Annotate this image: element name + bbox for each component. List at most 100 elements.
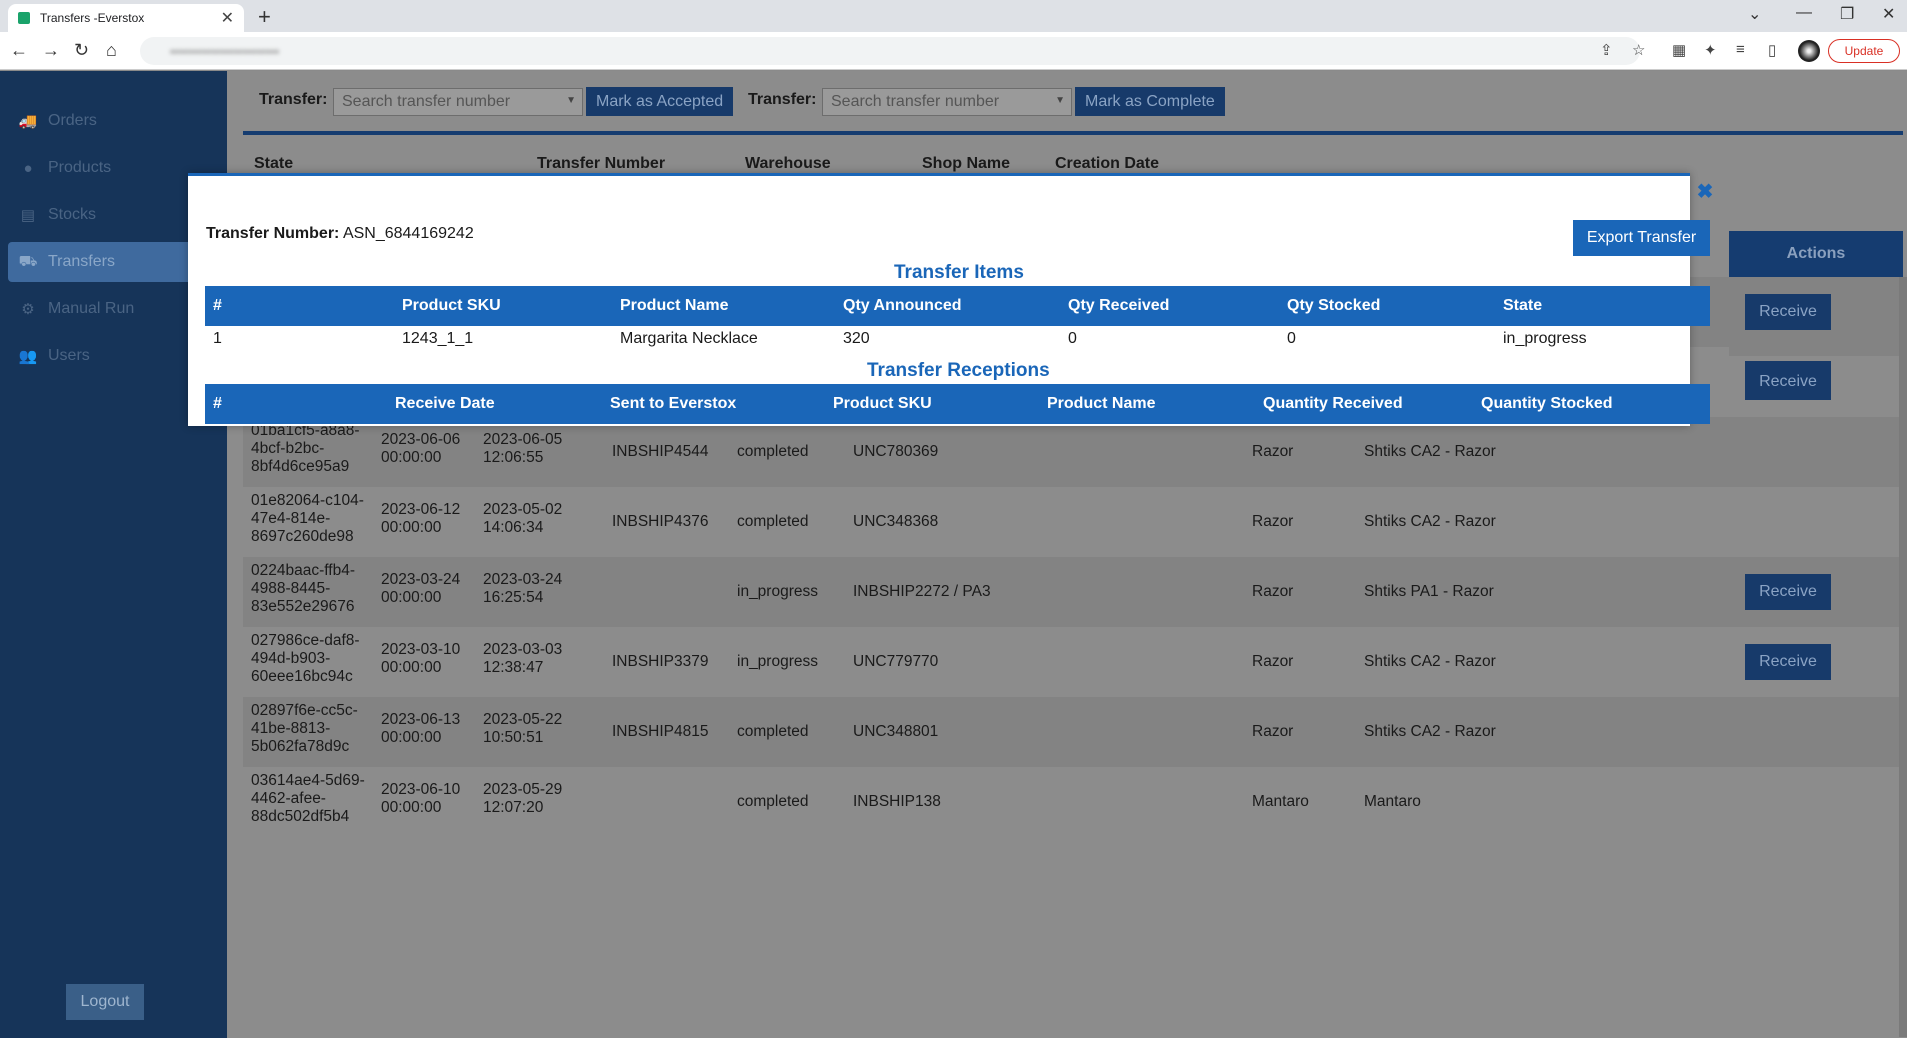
transfer-search-select-accept[interactable]: Search transfer number ▼ [333,88,583,116]
row-transfer-number: UNC348368 [853,513,939,530]
restore-icon[interactable]: ❐ [1840,4,1854,24]
row-id-line: 5b062fa78d9c [251,738,350,755]
browser-tab[interactable]: Transfers -Everstox ✕ [8,4,244,32]
row-eta-line: 2023-06-06 [381,431,461,448]
row-transfer-number: UNC780369 [853,443,939,460]
tab-title: Transfers -Everstox [40,11,145,25]
row-state: completed [737,513,809,530]
row-id-line: 03614ae4-5d69- [251,772,365,789]
mark-complete-button[interactable]: Mark as Complete [1075,87,1225,116]
row-created: 2023-03-24 16:25:54 [483,571,562,607]
tab-close-icon[interactable]: ✕ [221,8,234,28]
transfer-number: Transfer Number: ASN_6844169242 [206,225,474,243]
column-header-warehouse: Warehouse [745,155,831,172]
export-transfer-button[interactable]: Export Transfer [1573,220,1710,256]
sidebar-item-label: Products [48,159,112,176]
logout-button[interactable]: Logout [66,984,144,1020]
receptions-col-qty-stocked: Quantity Stocked [1481,395,1613,412]
extension-icon[interactable]: ▦ [1672,41,1686,59]
transfer-detail-modal: ✖ Transfer Number: ASN_6844169242 Export… [188,173,1713,426]
items-col-qty-received: Qty Received [1068,297,1170,314]
row-created-line: 16:25:54 [483,589,544,606]
row-id: 027986ce-daf8- 494d-b903- 60eee16bc94c [251,632,360,686]
divider [243,131,1903,135]
transfer-items-title: Transfer Items [894,262,1024,283]
share-icon[interactable]: ⇪ [1600,41,1613,59]
column-header-shop-name: Shop Name [922,155,1011,172]
sidebar-item-label: Orders [48,112,97,129]
address-bar[interactable]: •••••••••••••••••••••••• [140,37,1640,65]
back-icon[interactable]: ← [10,40,28,61]
caret-down-icon: ▼ [566,95,576,106]
bookmark-star-icon[interactable]: ☆ [1632,41,1645,59]
items-col-qty-announced: Qty Announced [843,297,962,314]
tab-search-icon[interactable]: ⌄ [1748,4,1761,24]
dolly-icon: ⛟ [18,252,38,270]
row-created-line: 2023-05-02 [483,501,563,518]
row-reference: INBSHIP3379 [612,653,709,670]
sidebar-item-label: Stocks [48,206,97,223]
row-id-line: 8bf4d6ce95a9 [251,458,350,475]
row-eta-line: 00:00:00 [381,659,442,676]
forward-icon[interactable]: → [42,40,60,61]
row-created-line: 2023-03-03 [483,641,563,658]
receptions-col-sent: Sent to Everstox [610,395,737,412]
receive-button[interactable]: Receive [1745,644,1831,680]
reload-icon[interactable]: ↻ [74,40,89,61]
puzzle-icon[interactable]: ✦ [1704,41,1717,59]
column-header-state: State [254,155,294,172]
reading-list-icon[interactable]: ≡ [1736,41,1745,58]
row-created-line: 10:50:51 [483,729,544,746]
row-shop: Razor [1252,723,1294,740]
side-panel-icon[interactable]: ▯ [1768,41,1776,59]
item-qty-stocked: 0 [1287,330,1296,347]
row-eta-line: 00:00:00 [381,449,442,466]
column-header-creation-date: Creation Date [1055,155,1160,172]
receive-button[interactable]: Receive [1745,364,1831,400]
transfer-label: Transfer: [259,91,328,108]
table-row: 027986ce-daf8- 494d-b903- 60eee16bc94c 2023… [243,627,1903,697]
receptions-col-receive-date: Receive Date [395,395,495,412]
table-row: 03614ae4-5d69- 4462-afee- 88dc502df5b4 2023… [243,767,1903,831]
receive-button[interactable]: Receive [1745,574,1831,610]
row-transfer-number: UNC779770 [853,653,939,670]
close-icon[interactable]: ✖ [1695,182,1715,202]
receive-button[interactable]: Receive [1745,294,1831,330]
favicon-icon [18,12,30,24]
row-warehouse: Mantaro [1364,793,1421,810]
mark-accepted-button[interactable]: Mark as Accepted [586,87,734,116]
transfer-number-value: ASN_6844169242 [342,225,474,242]
scrollbar[interactable] [1899,277,1907,1037]
caret-down-icon: ▼ [1055,95,1065,106]
sidebar-item-orders[interactable]: 🚚 Orders [8,101,227,141]
update-button[interactable]: Update [1828,39,1900,63]
row-warehouse: Shtiks CA2 - Razor [1364,443,1496,460]
row-created-line: 2023-03-24 [483,571,563,588]
minimize-icon[interactable]: — [1796,4,1812,22]
column-header-transfer-number: Transfer Number [537,155,666,172]
select-placeholder: Search transfer number [342,93,511,110]
item-state: in_progress [1503,330,1587,347]
row-id: 01ba1cf5-a8a8- 4bcf-b2bc- 8bf4d6ce95a9 [251,422,360,476]
row-id: 01e82064-c104- 47e4-814e- 8697c260de98 [251,492,364,546]
row-transfer-number: INBSHIP138 [853,793,941,810]
window-close-icon[interactable]: ✕ [1882,4,1895,24]
transfer-search-select-complete[interactable]: Search transfer number ▼ [822,88,1072,116]
row-created: 2023-05-02 14:06:34 [483,501,562,537]
row-created-line: 12:07:20 [483,799,544,816]
url-text: •••••••••••••••••••••••• [170,44,280,59]
row-warehouse: Shtiks CA2 - Razor [1364,723,1496,740]
row-id-line: 41be-8813- [251,720,331,737]
row-eta: 2023-06-1000:00:00 [381,781,460,817]
new-tab-icon[interactable]: + [258,4,271,30]
row-shop: Razor [1252,653,1294,670]
home-icon[interactable]: ⌂ [106,40,117,61]
row-warehouse: Shtiks CA2 - Razor [1364,653,1496,670]
row-eta-line: 2023-03-24 [381,571,461,588]
profile-avatar[interactable] [1798,40,1820,62]
row-state: completed [737,443,809,460]
transfer-items-header: # Product SKU Product Name Qty Announced… [205,286,1710,326]
item-name: Margarita Necklace [620,330,758,347]
sidebar-item-label: Manual Run [48,300,135,317]
gear-icon: ⚙ [21,301,35,318]
